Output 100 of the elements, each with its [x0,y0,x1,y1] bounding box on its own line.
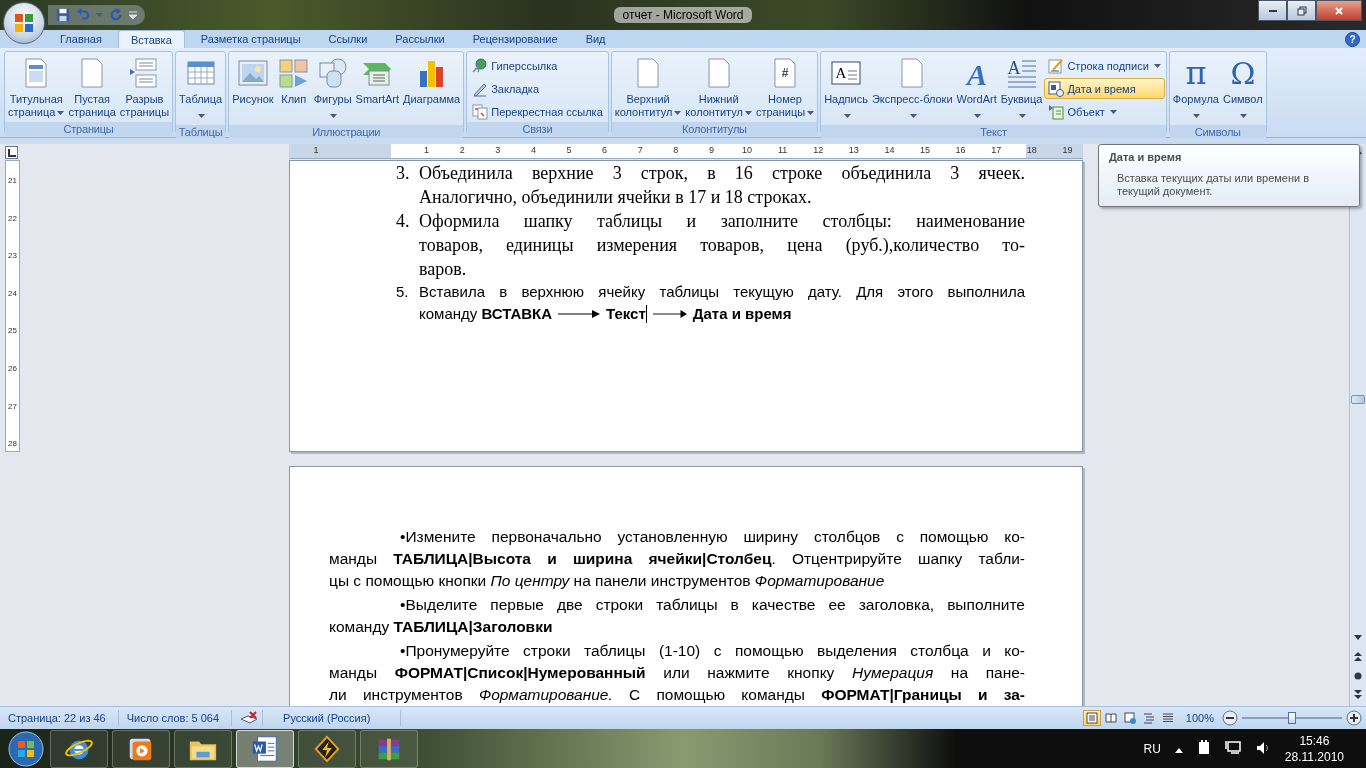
text-line: цы с помощью кнопки По центру на панели инструментов Форматирование [329,571,886,591]
ruler-number: 8 [672,145,680,155]
ruler-number: 5 [565,145,573,155]
ribbon-button[interactable]: Строка подписи [1044,55,1165,76]
office-logo-button[interactable] [3,2,45,44]
ruler-number: 15 [919,145,931,155]
ribbon-button[interactable]: Дата и время [1044,78,1165,99]
ribbon-button[interactable]: A Буквица [998,54,1045,125]
ribbon-tab[interactable]: Рассылки [383,30,457,48]
group-title: Колонтитулы [611,122,818,136]
ribbon-tab[interactable]: Ссылки [316,30,380,48]
ruler-number: 9 [707,145,715,155]
taskbar-button[interactable] [50,730,108,768]
command-word: ВСТАВКА [481,304,553,324]
text-line: варов. [419,258,468,281]
vertical-scrollbar[interactable] [1349,144,1366,706]
ruler-number: 18 [1025,145,1038,155]
ribbon-button[interactable]: Титульная страница [6,54,67,122]
picture-icon [236,57,269,89]
list-number: 3. [396,162,411,185]
view-button[interactable] [1082,710,1101,726]
vertical-ruler[interactable]: 21 22 23 24 25 26 27 28 [5,160,20,452]
object-icon [1048,103,1065,120]
help-button[interactable]: ? [1345,31,1360,47]
ruler-number: 3 [494,145,502,155]
text-line: •Выделите первые две строки таблицы в качестве ее заголовка, выполните [399,595,1025,615]
ribbon-button[interactable]: Закладка [468,78,607,99]
ruler-number: 11 [776,145,789,155]
ribbon-button[interactable]: Нижний колонтитул [683,54,754,122]
ribbon-tab[interactable]: Вставка [117,30,185,48]
ruler-number: 17 [990,145,1003,155]
ruler-number: 1 [423,145,431,155]
language[interactable]: Русский (Россия) [263,710,402,726]
ruler-number: 23 [7,251,18,261]
ribbon-button[interactable]: Разрыв страницы [117,54,172,122]
ruler-number: 21 [7,176,18,185]
ruler-toggle-button[interactable] [5,146,18,159]
input-language[interactable]: RU [1143,742,1161,756]
ribbon-button[interactable]: Экспресс-блоки [869,54,955,125]
print-layout-icon [1085,712,1098,724]
zoom-thumb[interactable] [1288,712,1296,724]
page-count[interactable]: Страница: 22 из 46 [0,710,119,726]
zoom-percent[interactable]: 100% [1185,712,1214,724]
text-line: Вставила в верхнюю ячейку таблицы текущую дату. Для этого выполнила [419,282,1025,302]
ribbon-button[interactable]: # Номер страницы [753,54,817,122]
text-cursor [645,305,647,323]
ribbon-button[interactable]: Гиперссылка [468,55,607,76]
zoom-out-icon[interactable] [1222,710,1238,726]
ruler-number: 22 [7,213,18,223]
windows-logo-icon [8,731,44,767]
ruler-number: 28 [7,439,18,449]
taskbar-button[interactable] [174,730,232,768]
close-button[interactable] [1316,0,1362,21]
minimize-button[interactable] [1258,0,1287,21]
ribbon-button[interactable]: π Формула [1170,54,1221,125]
horizontal-ruler[interactable]: 1 1 2 3 4 5 6 7 8 9 10 11 12 13 14 15 16 17 18 19 [289,144,1083,159]
restore-icon [1296,5,1307,16]
ribbon-button[interactable]: Клип [275,54,312,120]
office-logo-icon [12,11,36,35]
ribbon-button[interactable]: Диаграмма [401,54,463,120]
group-title: Символы [1169,125,1266,139]
ruler-number: 6 [601,145,609,155]
list-number: 4. [396,210,411,233]
ruler-number: 25 [7,326,18,336]
word-count[interactable]: Число слов: 5 064 [118,710,233,726]
taskbar-button[interactable] [236,730,294,768]
ribbon-tab[interactable]: Разметка страницы [188,30,313,48]
close-icon [1334,5,1344,16]
ribbon-button[interactable]: Объект [1044,101,1165,122]
customize-icon[interactable] [129,11,137,19]
taskbar-button[interactable] [112,730,170,768]
ruler-number: 24 [7,288,18,298]
ribbon-tab[interactable]: Главная [48,30,114,48]
ribbon-button[interactable]: A WordArt [954,54,999,125]
group-title: Страницы [5,122,173,136]
ribbon-tab[interactable]: Рецензирование [460,30,570,48]
tooltip-title: Дата и время [1109,151,1183,163]
ribbon-button[interactable]: A Надпись [822,54,870,125]
save-icon[interactable] [56,8,70,22]
start-button[interactable] [6,730,46,768]
ruler-number: 16 [954,145,967,155]
ribbon-button[interactable]: Рисунок [230,54,276,120]
ribbon-button[interactable]: Пустая страница [66,54,118,122]
clip-art-icon [277,57,310,89]
ribbon-button[interactable]: Ω Символ [1220,54,1265,125]
clock-date[interactable]: 28.11.2010 [1284,749,1344,765]
ribbon-button[interactable]: SmartArt [353,54,401,120]
ribbon-button[interactable]: Фигуры [311,54,354,125]
zoom-in-icon[interactable] [1346,710,1362,726]
ruler-number: 27 [7,401,18,411]
scroll-thumb[interactable] [1351,395,1365,404]
clock-time[interactable]: 15:46 [1299,733,1330,749]
ruler-number: 10 [741,145,753,155]
ruler-number: 26 [7,364,18,373]
ribbon-tab[interactable]: Вид [573,30,618,48]
restore-button[interactable] [1287,0,1316,21]
ribbon-button[interactable]: Верхний колонтитул [612,54,684,122]
taskbar-button[interactable] [298,730,356,768]
ribbon-button[interactable]: Перекрестная ссылка [468,101,607,122]
tab-stop-icon [7,148,16,157]
